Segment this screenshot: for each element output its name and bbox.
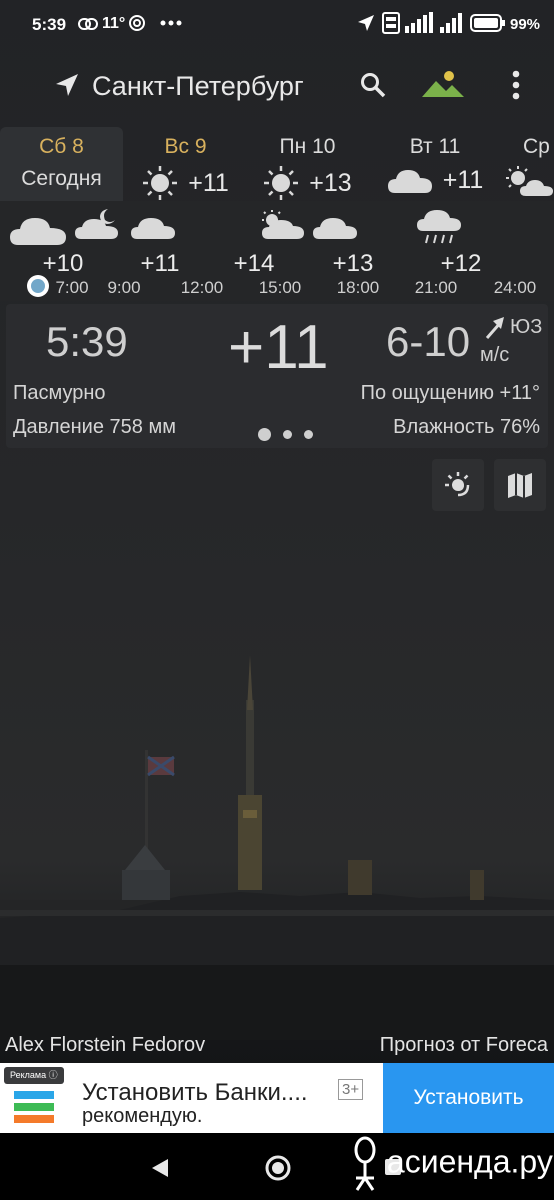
radar-button[interactable] — [432, 459, 484, 511]
hourly-time: 24:00 — [493, 278, 537, 297]
sun-cloud-icon — [506, 166, 553, 196]
city-name[interactable]: Санкт-Петербург — [92, 71, 304, 102]
cloud-icon — [10, 218, 66, 245]
wind-direction-arrow-icon — [485, 317, 504, 339]
hourly-time: 12:00 — [180, 278, 224, 297]
sun-radar-icon — [445, 472, 470, 497]
day-name: Вт 11 — [409, 135, 461, 158]
more-notifications-icon — [160, 20, 182, 26]
wind-direction: ЮЗ — [510, 316, 543, 338]
night-cloud-icon — [75, 209, 118, 239]
status-temp: 11° — [102, 15, 126, 32]
wind-speed: 6-10 — [386, 318, 471, 365]
hourly-temp: +13 — [332, 250, 374, 277]
sun-cloud-icon — [262, 210, 304, 239]
day-temp: +11 — [188, 168, 229, 197]
app-header: Санкт-Петербург — [0, 55, 554, 115]
wind-unit: м/с — [480, 344, 510, 366]
ad-subtitle: рекомендую. — [82, 1105, 203, 1127]
hourly-time: 15:00 — [258, 278, 302, 297]
home-icon[interactable] — [264, 1154, 292, 1182]
day-name: Ср — [523, 135, 550, 158]
feels-like-text: По ощущению +11° — [360, 382, 540, 404]
watermark-text: асиенда.ру — [386, 1143, 553, 1180]
current-temp: +11 — [228, 313, 329, 382]
volte-icon — [382, 12, 400, 34]
day-tab-today[interactable]: Сб 8 Сегодня — [0, 127, 123, 201]
hourly-time: 18:00 — [336, 278, 380, 297]
battery-percent: 99% — [510, 16, 541, 33]
day-tab-wednesday[interactable]: Ср — [500, 127, 554, 201]
signal-4g-icon — [405, 12, 433, 33]
sun-icon — [143, 166, 178, 200]
hourly-temp: +12 — [440, 250, 482, 277]
status-bar: 5:39 11° 99% — [0, 0, 554, 48]
current-time: 5:39 — [46, 318, 128, 365]
cloud-icon — [313, 218, 357, 239]
install-button[interactable]: Установить — [383, 1063, 554, 1133]
condition-text: Пасмурно — [13, 382, 106, 404]
page-indicator — [258, 428, 313, 441]
humidity-text: Влажность 76% — [393, 416, 540, 438]
map-button[interactable] — [494, 459, 546, 511]
more-menu-icon[interactable] — [511, 70, 521, 100]
background-photo — [0, 655, 554, 1040]
landscape-icon[interactable] — [422, 69, 464, 99]
day-tab-sunday[interactable]: Вс 9 +11 — [133, 127, 238, 201]
app-logo-icon — [14, 1091, 54, 1123]
location-arrow-icon — [358, 15, 374, 31]
hourly-time: 9:00 — [107, 278, 141, 297]
hourly-temp: +11 — [140, 250, 180, 277]
map-icon — [508, 473, 532, 498]
search-icon[interactable] — [360, 72, 386, 98]
current-conditions-card[interactable]: 5:39 +11 6-10 ЮЗ м/с Пасмурно По ощущени… — [6, 304, 548, 448]
page-dot-active — [258, 428, 271, 441]
rain-icon — [417, 210, 461, 244]
day-tab-monday[interactable]: Пн 10 +13 — [255, 127, 360, 201]
signal-icon — [440, 13, 462, 33]
page-dot — [304, 430, 313, 439]
hourly-temp: +10 — [42, 250, 84, 277]
forecast-source[interactable]: Прогноз от Foreca — [380, 1034, 548, 1057]
back-icon[interactable] — [150, 1158, 170, 1178]
day-tab-tuesday[interactable]: Вт 11 +11 — [380, 127, 490, 201]
ad-badge-label: Реклама — [10, 1070, 47, 1080]
cloud-icon — [387, 170, 432, 193]
ad-title: Установить Банки.... — [82, 1079, 308, 1106]
hourly-forecast[interactable]: +10 +11 +14 +13 +12 7:00 9:00 12:00 15:0… — [0, 201, 554, 301]
day-tabs: Сб 8 Сегодня Вс 9 +11 Пн 10 +13 Вт 11 +1… — [0, 127, 554, 201]
photo-credit[interactable]: Alex Florstein Fedorov — [5, 1034, 205, 1057]
day-name: Пн 10 — [279, 135, 336, 158]
day-name: Сб 8 — [39, 135, 84, 158]
hourly-time: 21:00 — [414, 278, 458, 297]
location-icon[interactable] — [54, 72, 80, 98]
ad-banner[interactable]: Реклама ⓘ Установить Банки.... рекоменду… — [0, 1063, 554, 1133]
day-name: Вс 9 — [164, 135, 207, 158]
link-icon — [78, 18, 98, 30]
hourly-temp: +14 — [233, 250, 275, 277]
at-sign-icon — [129, 15, 145, 31]
sun-icon — [264, 166, 299, 200]
battery-icon — [470, 14, 505, 32]
watermark-logo-icon — [354, 1136, 376, 1191]
current-time-marker — [27, 275, 49, 297]
page-dot — [283, 430, 292, 439]
day-temp: +11 — [442, 165, 484, 194]
age-rating-badge: 3+ — [338, 1079, 364, 1100]
watermark: асиенда.ру — [352, 1136, 553, 1192]
app-screen: 5:39 11° 99% Санкт-Петербург Сб 8 Сегодн… — [0, 0, 554, 1200]
ad-badge: Реклама ⓘ — [4, 1067, 64, 1084]
pressure-text: Давление 758 мм — [13, 416, 176, 438]
cloud-icon — [131, 218, 175, 239]
status-time: 5:39 — [32, 15, 67, 34]
day-temp: +13 — [309, 168, 352, 197]
day-subtitle: Сегодня — [21, 167, 102, 190]
